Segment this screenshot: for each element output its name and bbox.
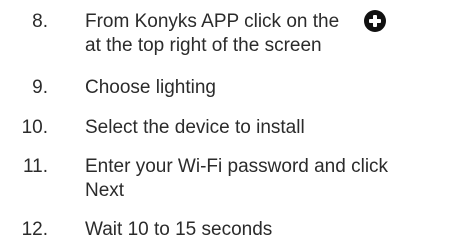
- step-text-line1: Select the device to install: [85, 117, 305, 138]
- step-number: 8.: [32, 11, 48, 32]
- instruction-steps: 8. From Konyks APP click on the at the t…: [0, 0, 467, 244]
- plus-circle-icon: [364, 10, 386, 32]
- step-number: 12.: [21, 219, 48, 240]
- step-text-line1: From Konyks APP click on the: [85, 11, 340, 32]
- step-number: 9.: [32, 77, 48, 98]
- step-text-line1: Enter your Wi-Fi password and click: [85, 156, 389, 177]
- step-number: 11.: [22, 156, 48, 177]
- step-number: 10.: [21, 117, 48, 138]
- step-text-line2: at the top right of the screen: [85, 35, 322, 56]
- step-text-line2: Next: [85, 180, 125, 201]
- step-text-line1: Wait 10 to 15 seconds: [85, 219, 273, 240]
- step-text-line1: Choose lighting: [85, 77, 216, 98]
